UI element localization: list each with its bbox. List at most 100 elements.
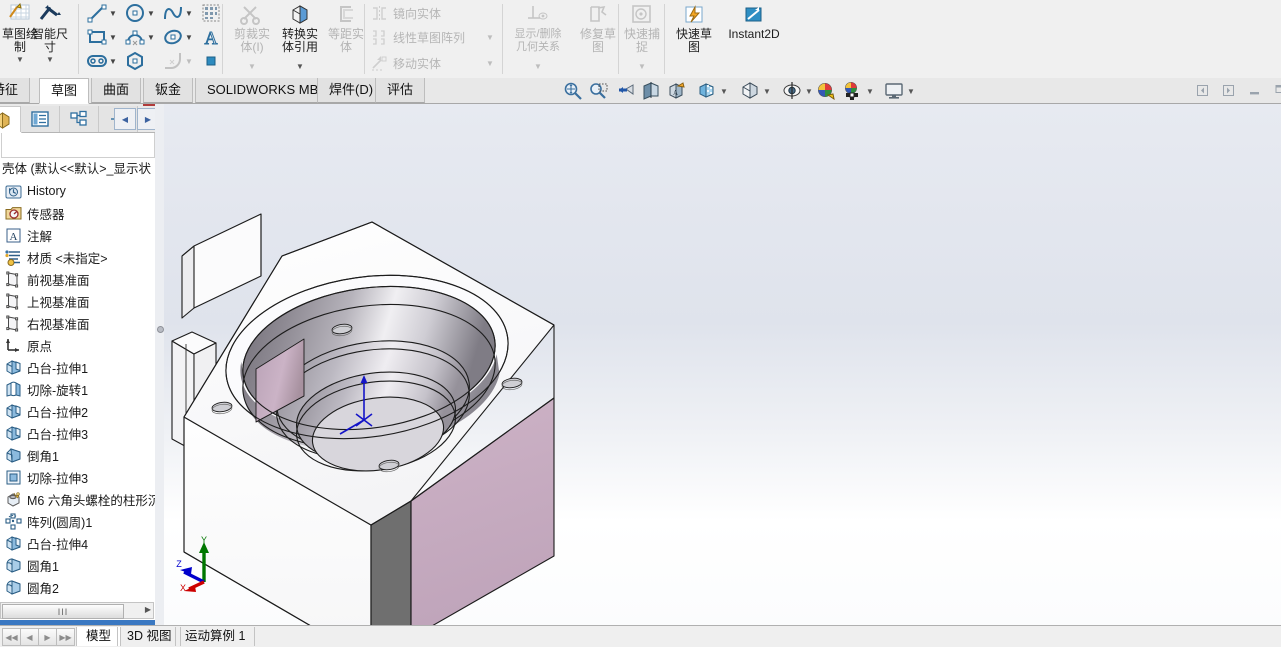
tab-sketch[interactable]: 草图 [39,78,90,104]
line-icon[interactable] [86,2,108,24]
panel-splitter[interactable] [155,104,164,625]
appearances-icon[interactable] [816,81,836,101]
instant2d-button[interactable]: Instant2D [720,2,788,41]
quick-snaps-dropdown-caret[interactable]: ▼ [638,63,646,71]
tree-item[interactable]: 切除-拉伸3 [0,466,155,488]
convert-entities-button[interactable]: 转换实 体引用 ▼ [274,2,326,71]
tab-sheetmetal[interactable]: 钣金 [143,78,194,103]
tree-root-item[interactable]: 壳体 (默认<<默认>_显示状 [0,160,155,179]
restore-left-icon[interactable] [1196,84,1209,97]
smart-dimension-dropdown-caret[interactable]: ▼ [46,56,54,64]
circle-dropdown-caret[interactable]: ▼ [147,9,155,18]
arc-dropdown-caret[interactable]: ▼ [147,33,155,42]
tree-scroll-thumb[interactable]: III [2,604,124,619]
zoom-to-area-icon[interactable] [589,81,609,100]
tree-item[interactable]: 凸台-拉伸2 [0,400,155,422]
trim-entities-button[interactable]: 剪裁实 体(I) ▼ [226,2,278,71]
tree-horizontal-scrollbar[interactable]: III ▶ [0,602,154,619]
display-style-icon[interactable] [697,81,717,100]
feature-manager-tab[interactable] [0,106,22,133]
tree-item[interactable]: 前视基准面 [0,268,155,290]
tree-item[interactable]: 原点 [0,334,155,356]
text-icon[interactable]: A [200,26,222,49]
sketch-dropdown-caret[interactable]: ▼ [16,56,24,64]
polygon-icon[interactable] [124,50,146,72]
viewport-caret[interactable]: ▼ [907,87,915,96]
tree-scroll-right-arrow[interactable]: ▶ [145,605,151,614]
nav-first-button[interactable]: ◀◀ [2,628,21,646]
bottom-tab-motion-study[interactable]: 运动算例 1 [175,627,256,646]
fillet-dropdown-caret[interactable]: ▼ [185,57,193,66]
viewport-icon[interactable] [884,81,904,100]
spline-icon[interactable] [162,2,184,24]
linear-sketch-pattern-dropdown-caret[interactable]: ▼ [486,33,494,42]
tree-item[interactable]: 材质 <未指定> [0,246,155,268]
rapid-sketch-button[interactable]: 快速草 图 [668,2,720,54]
tree-item[interactable]: History [0,180,155,202]
view-settings-caret[interactable]: ▼ [805,87,813,96]
model-3d-view[interactable] [164,104,1281,625]
hide-show-items-caret[interactable]: ▼ [763,87,771,96]
slot-dropdown-caret[interactable]: ▼ [109,57,117,66]
nav-next-button[interactable]: ▶ [38,628,57,646]
tab-surfaces[interactable]: 曲面 [91,78,142,103]
linear-sketch-pattern-button[interactable]: 线性草图阵列 [371,26,465,48]
tree-item[interactable]: 圆角1 [0,554,155,576]
trim-entities-dropdown-caret[interactable]: ▼ [248,63,256,71]
tree-item[interactable]: 右视基准面 [0,312,155,334]
view-settings-icon[interactable] [782,81,802,100]
scene-caret[interactable]: ▼ [866,87,874,96]
tree-item[interactable]: 凸台-拉伸1 [0,356,155,378]
bottom-tab-3dviews[interactable]: 3D 视图 [117,627,182,646]
property-manager-tab[interactable] [20,106,60,132]
manager-nav-prev-button[interactable]: ◀ [114,108,136,130]
restore-window-icon[interactable] [1272,84,1281,97]
nav-last-button[interactable]: ▶▶ [56,628,75,646]
section-view-icon[interactable] [641,81,661,100]
tree-item[interactable]: 阵列(圆周)1 [0,510,155,532]
graphics-area[interactable]: Y Z X [164,104,1281,625]
tree-item[interactable]: 倒角1 [0,444,155,466]
previous-view-icon[interactable] [615,81,635,100]
tree-item[interactable]: A 注解 [0,224,155,246]
ellipse-icon[interactable] [162,26,184,48]
spline-dropdown-caret[interactable]: ▼ [185,9,193,18]
manager-nav-next-button[interactable]: ▶ [137,108,155,130]
line-dropdown-caret[interactable]: ▼ [109,9,117,18]
circle-icon[interactable] [124,2,146,24]
tree-item[interactable]: 传感器 [0,202,155,224]
tab-features[interactable]: 特征 [0,78,31,103]
arc-icon[interactable] [124,26,146,48]
smart-dimension-button[interactable]: 智能尺 寸 ▼ [24,2,76,64]
rectangle-icon[interactable] [86,26,108,48]
bottom-tab-model[interactable]: 模型 [76,627,122,646]
tree-item[interactable]: 圆角2 [0,576,155,598]
quick-snaps-button[interactable]: 快速捕 捉 ▼ [616,2,668,71]
tree-item[interactable]: 切除-旋转1 [0,378,155,400]
minimize-icon[interactable] [1248,84,1261,97]
grid-pattern-icon[interactable] [200,2,222,24]
convert-entities-dropdown-caret[interactable]: ▼ [296,63,304,71]
display-style-caret[interactable]: ▼ [720,87,728,96]
configuration-manager-tab[interactable] [59,106,99,132]
restore-right-icon[interactable] [1222,84,1235,97]
hide-show-items-icon[interactable] [740,81,760,100]
tree-item[interactable]: 上视基准面 [0,290,155,312]
bottom-nav-arrows[interactable]: ◀◀ ◀ ▶ ▶▶ [2,628,75,646]
zoom-to-fit-icon[interactable] [563,81,583,100]
view-orientation-icon[interactable]: A [667,81,687,100]
tree-item[interactable]: 凸台-拉伸3 [0,422,155,444]
nav-prev-button[interactable]: ◀ [20,628,39,646]
tree-item[interactable]: 凸台-拉伸4 [0,532,155,554]
tree-item[interactable]: M6 六角头螺栓的柱形沉 [0,488,155,510]
splitter-knob-icon[interactable] [157,326,164,333]
tab-evaluate[interactable]: 评估 [375,78,426,103]
display-delete-relations-dropdown-caret[interactable]: ▼ [534,63,542,71]
mirror-entities-button[interactable]: 镜向实体 [371,2,441,24]
rectangle-dropdown-caret[interactable]: ▼ [109,33,117,42]
move-entities-button[interactable]: 移动实体 [371,52,441,74]
scene-icon[interactable] [842,81,862,100]
point-icon[interactable] [200,50,222,72]
display-delete-relations-button[interactable]: 显示/删除 几何关系 ▼ [508,2,568,71]
slot-icon[interactable] [86,50,108,72]
